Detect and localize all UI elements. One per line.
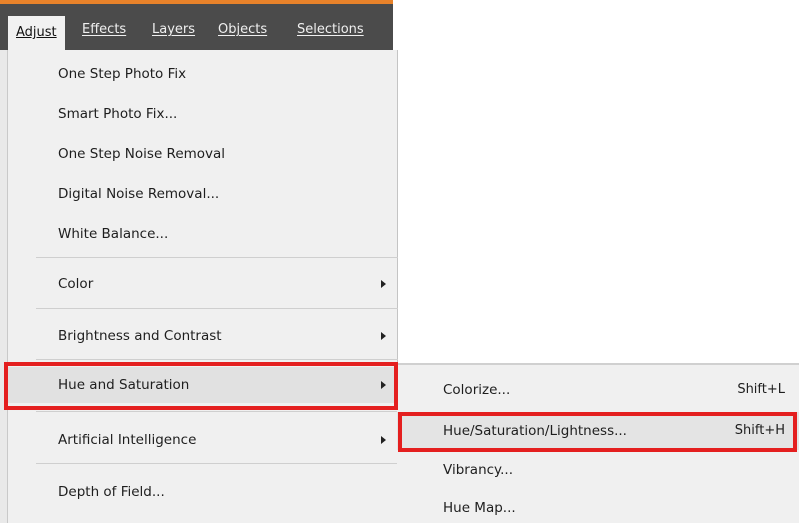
menu-item-one-step-noise-removal[interactable]: One Step Noise Removal	[8, 136, 397, 172]
menu-item-label: Brightness and Contrast	[58, 328, 222, 344]
submenu-item-label: Colorize...	[443, 382, 511, 398]
menu-item-label: Hue and Saturation	[58, 377, 190, 393]
submenu-item-label: Hue/Saturation/Lightness...	[443, 423, 627, 439]
menu-item-smart-photo-fix[interactable]: Smart Photo Fix...	[8, 96, 397, 132]
submenu-item-colorize[interactable]: Colorize... Shift+L	[397, 371, 799, 409]
menu-item-one-step-photo-fix[interactable]: One Step Photo Fix	[8, 56, 397, 92]
menu-item-label: Depth of Field...	[58, 484, 165, 500]
app-window: Adjust Effects Layers Objects Selections…	[0, 0, 799, 523]
menu-item-label: Artificial Intelligence	[58, 432, 197, 448]
menu-objects[interactable]: Objects	[218, 16, 267, 44]
submenu-arrow-icon	[381, 381, 386, 389]
hue-saturation-submenu: Colorize... Shift+L Hue/Saturation/Light…	[397, 363, 799, 523]
menu-item-depth-of-field[interactable]: Depth of Field...	[8, 474, 397, 510]
menu-item-hue-saturation[interactable]: Hue and Saturation	[8, 367, 397, 403]
submenu-item-label: Vibrancy...	[443, 462, 513, 478]
shortcut-label: Shift+H	[734, 423, 785, 438]
menu-item-label: Color	[58, 276, 94, 292]
menu-separator	[36, 359, 398, 360]
submenu-item-vibrancy[interactable]: Vibrancy...	[397, 451, 799, 489]
shortcut-label: Shift+L	[737, 382, 785, 397]
menu-item-digital-noise-removal[interactable]: Digital Noise Removal...	[8, 176, 397, 212]
menu-item-white-balance[interactable]: White Balance...	[8, 216, 397, 252]
submenu-arrow-icon	[381, 280, 386, 288]
menu-item-label: White Balance...	[58, 226, 169, 242]
submenu-item-label: Hue Map...	[443, 500, 516, 516]
submenu-arrow-icon	[381, 436, 386, 444]
menu-separator	[36, 308, 398, 309]
workspace-edge	[0, 50, 8, 523]
menu-separator	[36, 411, 398, 412]
menu-separator	[36, 257, 398, 258]
menu-item-label: One Step Photo Fix	[58, 66, 187, 82]
menu-item-label: One Step Noise Removal	[58, 146, 226, 162]
menu-separator	[36, 463, 398, 464]
submenu-item-hue-saturation-lightness[interactable]: Hue/Saturation/Lightness... Shift+H	[397, 412, 799, 450]
menu-adjust[interactable]: Adjust	[8, 16, 65, 54]
menu-item-label: Smart Photo Fix...	[58, 106, 178, 122]
menu-selections[interactable]: Selections	[297, 16, 364, 44]
menu-item-label: Digital Noise Removal...	[58, 186, 220, 202]
menu-effects[interactable]: Effects	[82, 16, 126, 44]
menu-layers[interactable]: Layers	[152, 16, 195, 44]
menu-bar: Adjust Effects Layers Objects Selections	[0, 0, 393, 54]
submenu-item-hue-map[interactable]: Hue Map...	[397, 489, 799, 523]
menu-item-brightness-contrast[interactable]: Brightness and Contrast	[8, 318, 397, 354]
menu-item-artificial-intelligence[interactable]: Artificial Intelligence	[8, 422, 397, 458]
menu-item-color[interactable]: Color	[8, 266, 397, 302]
adjust-dropdown: One Step Photo Fix Smart Photo Fix... On…	[8, 50, 398, 523]
submenu-arrow-icon	[381, 332, 386, 340]
